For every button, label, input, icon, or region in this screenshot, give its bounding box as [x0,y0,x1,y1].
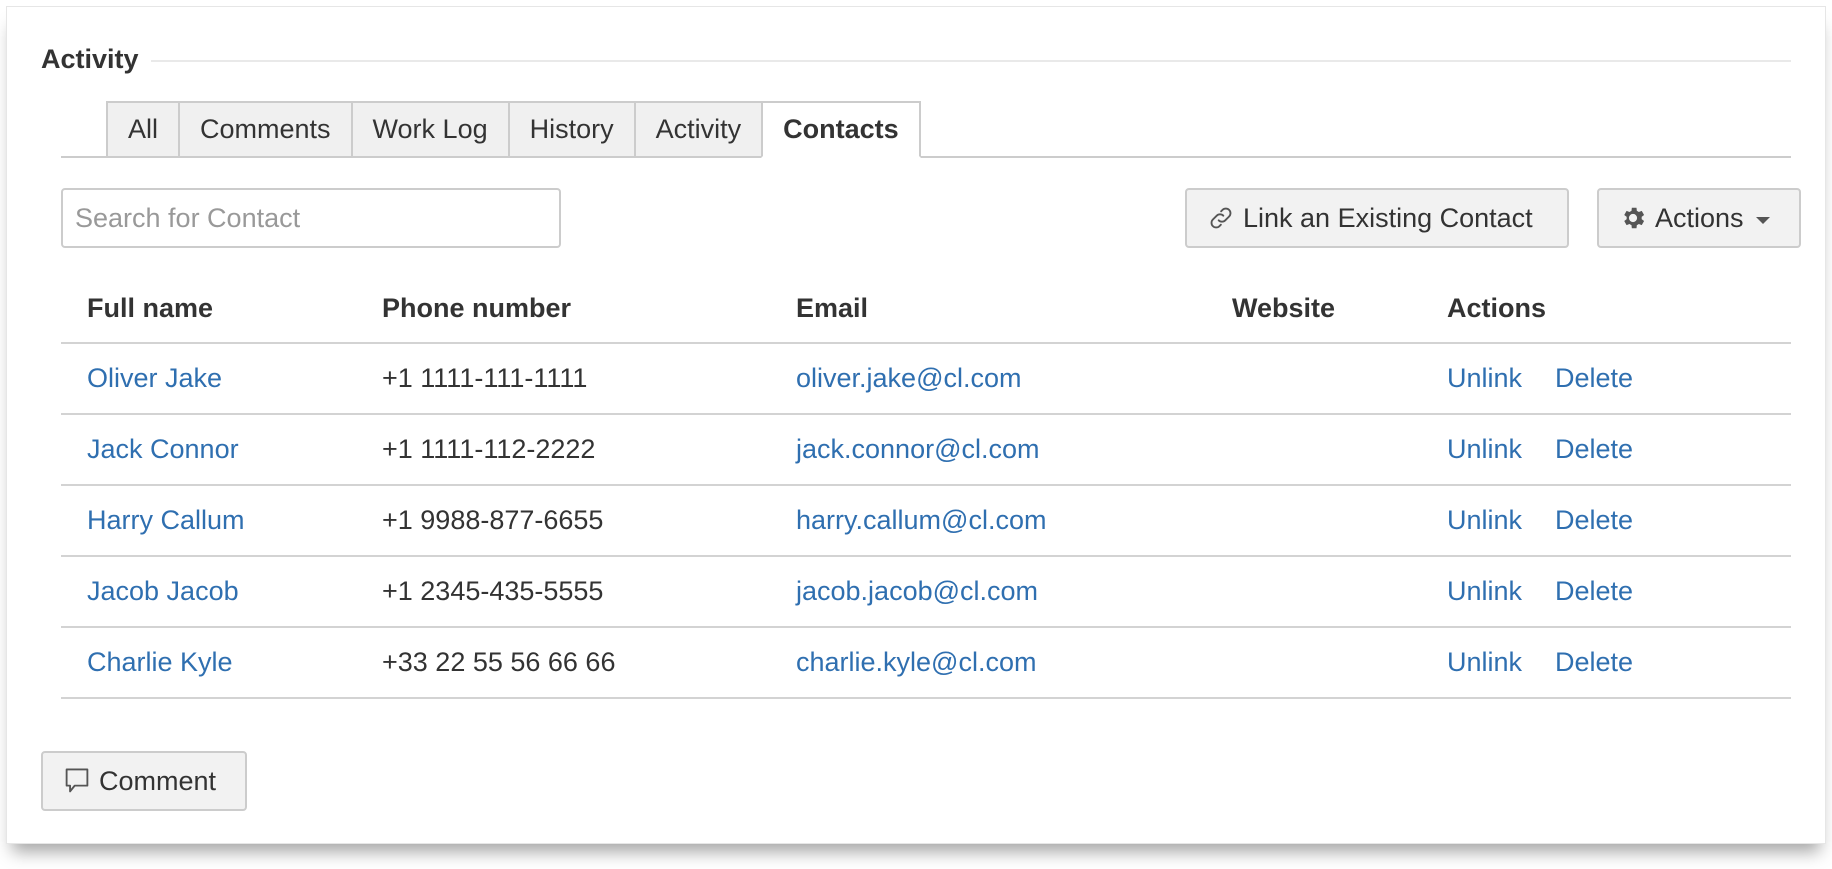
contact-email-link[interactable]: oliver.jake@cl.com [796,363,1021,394]
column-header-website: Website [1232,292,1336,323]
activity-panel: Activity All Comments Work Log History Activ… [6,6,1826,844]
contact-name-link[interactable]: Charlie Kyle [87,647,233,678]
cell-email: oliver.jake@cl.com [796,344,1021,413]
contact-phone: +1 1111-112-2222 [382,434,596,464]
cell-email: harry.callum@cl.com [796,486,1046,555]
cell-phone-number: +33 22 55 56 66 66 [382,628,615,697]
unlink-contact-link[interactable]: Unlink [1447,647,1522,678]
contact-search-input[interactable] [61,188,561,248]
delete-contact-link[interactable]: Delete [1555,576,1633,607]
comment-button[interactable]: Comment [41,751,247,811]
column-header-email: Email [796,292,869,323]
contacts-toolbar: Link an Existing Contact Actions [61,188,1801,248]
tab-all[interactable]: All [106,101,179,158]
delete-contact-link[interactable]: Delete [1555,434,1633,465]
section-header: Activity [41,41,1791,77]
tab-comments[interactable]: Comments [178,101,351,158]
table-row: Charlie Kyle +33 22 55 56 66 66 charlie.ky… [61,628,1791,699]
contact-name-link[interactable]: Jack Connor [87,434,239,465]
caret-down-icon [1755,216,1770,224]
unlink-contact-link[interactable]: Unlink [1447,363,1522,394]
activity-tabs: All Comments Work Log History Activity Contac… [61,99,1791,158]
tab-history[interactable]: History [507,101,634,158]
cell-phone-number: +1 1111-112-2222 [382,415,595,484]
cell-actions: Unlink Delete [1447,628,1633,697]
link-existing-contact-button[interactable]: Link an Existing Contact [1185,188,1569,248]
cell-email: charlie.kyle@cl.com [796,628,1036,697]
section-title: Activity [41,43,139,74]
actions-label: Actions [1655,202,1744,233]
cell-phone-number: +1 2345-435-5555 [382,557,603,626]
delete-contact-link[interactable]: Delete [1555,505,1633,536]
unlink-contact-link[interactable]: Unlink [1447,434,1522,465]
delete-contact-link[interactable]: Delete [1555,363,1633,394]
cell-email: jacob.jacob@cl.com [796,557,1038,626]
actions-dropdown-button[interactable]: Actions [1597,188,1801,248]
contact-email-link[interactable]: jack.connor@cl.com [796,434,1040,465]
contact-email-link[interactable]: jacob.jacob@cl.com [796,576,1038,607]
gear-icon [1619,204,1647,232]
link-icon [1207,204,1235,232]
cell-full-name: Charlie Kyle [87,628,233,697]
cell-phone-number: +1 9988-877-6655 [382,486,603,555]
contact-name-link[interactable]: Oliver Jake [87,363,222,394]
table-row: Jack Connor +1 1111-112-2222 jack.connor@c… [61,415,1791,486]
cell-full-name: Harry Callum [87,486,245,555]
cell-email: jack.connor@cl.com [796,415,1040,484]
tab-list: All Comments Work Log History Activity Contac… [106,101,921,158]
unlink-contact-link[interactable]: Unlink [1447,576,1522,607]
contact-phone: +1 9988-877-6655 [382,505,604,535]
contact-email-link[interactable]: harry.callum@cl.com [796,505,1046,536]
table-row: Jacob Jacob +1 2345-435-5555 jacob.jacob@c… [61,557,1791,628]
table-row: Oliver Jake +1 1111-111-1111 oliver.jake@c… [61,344,1791,415]
contact-name-link[interactable]: Jacob Jacob [87,576,239,607]
comment-label: Comment [99,765,217,796]
tab-contacts[interactable]: Contacts [761,101,921,158]
cell-full-name: Oliver Jake [87,344,222,413]
column-header-full-name: Full name [87,292,214,323]
cell-full-name: Jack Connor [87,415,239,484]
contact-phone: +33 22 55 56 66 66 [382,647,616,677]
cell-actions: Unlink Delete [1447,486,1633,555]
unlink-contact-link[interactable]: Unlink [1447,505,1522,536]
column-header-actions: Actions [1447,292,1547,323]
column-header-phone-number: Phone number [382,292,572,323]
delete-contact-link[interactable]: Delete [1555,647,1633,678]
speech-bubble-icon [63,766,91,796]
table-header-row: Full name Phone number Email Website Act… [61,274,1791,344]
tab-activity[interactable]: Activity [633,101,762,158]
contacts-table: Full name Phone number Email Website Act… [61,274,1791,699]
tab-work-log[interactable]: Work Log [350,101,508,158]
contact-name-link[interactable]: Harry Callum [87,505,245,536]
section-divider [150,60,1791,62]
contact-email-link[interactable]: charlie.kyle@cl.com [796,647,1036,678]
cell-full-name: Jacob Jacob [87,557,239,626]
cell-phone-number: +1 1111-111-1111 [382,344,587,413]
cell-actions: Unlink Delete [1447,415,1633,484]
contact-phone: +1 1111-111-1111 [382,363,588,393]
contact-phone: +1 2345-435-5555 [382,576,604,606]
cell-actions: Unlink Delete [1447,557,1633,626]
table-row: Harry Callum +1 9988-877-6655 harry.callum… [61,486,1791,557]
cell-actions: Unlink Delete [1447,344,1633,413]
link-existing-contact-label: Link an Existing Contact [1243,202,1533,233]
